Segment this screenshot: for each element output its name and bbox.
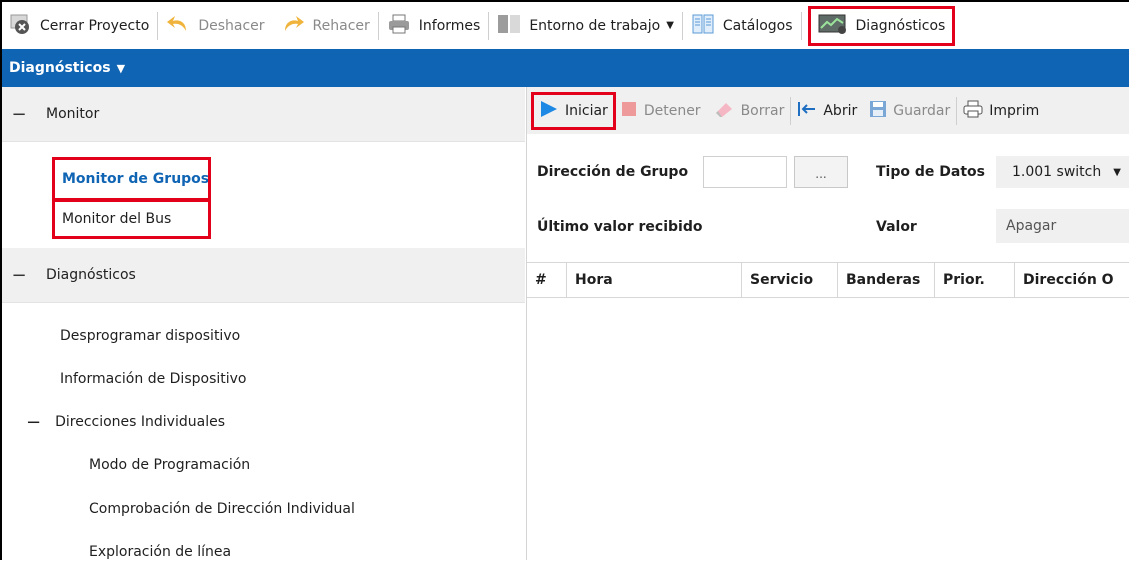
column-header-source-address[interactable]: Dirección O xyxy=(1015,263,1129,297)
catalogs-button[interactable]: Catálogos xyxy=(683,8,801,44)
value-select[interactable]: Apagar xyxy=(996,209,1129,243)
collapse-icon: − xyxy=(11,264,27,286)
column-header-time[interactable]: Hora xyxy=(567,263,742,297)
sidebar-item-group-monitor[interactable]: Monitor de Grupos xyxy=(52,157,211,201)
stop-label: Detener xyxy=(643,102,701,119)
stop-icon xyxy=(620,100,638,122)
stop-button[interactable]: Detener xyxy=(614,94,707,128)
close-circle-icon xyxy=(10,13,32,39)
diagnostics-label: Diagnósticos xyxy=(855,17,946,34)
column-header-number[interactable]: # xyxy=(527,263,567,297)
value-value: Apagar xyxy=(1006,218,1057,234)
telegram-table-header: # Hora Servicio Banderas Prior. Direcció… xyxy=(527,262,1129,298)
value-label: Valor xyxy=(876,219,917,235)
data-type-label: Tipo de Datos xyxy=(876,164,985,180)
column-header-flags[interactable]: Banderas xyxy=(838,263,935,297)
sidebar-item-label: Monitor del Bus xyxy=(62,211,172,227)
eraser-icon xyxy=(713,100,735,122)
open-button[interactable]: Abrir xyxy=(791,94,863,128)
close-project-label: Cerrar Proyecto xyxy=(40,17,150,34)
sidebar-item-label: Modo de Programación xyxy=(89,457,251,473)
reports-button[interactable]: Informes xyxy=(379,8,489,44)
floppy-disk-icon xyxy=(869,100,887,122)
toolbar-separator xyxy=(800,11,802,40)
main-toolbar: Cerrar Proyecto Deshacer Rehacer Informe… xyxy=(2,2,1129,50)
group-header-monitor[interactable]: − Monitor xyxy=(2,87,525,142)
catalogs-label: Catálogos xyxy=(722,17,793,34)
group-header-diagnostics[interactable]: − Diagnósticos xyxy=(2,248,525,303)
telegram-table-body xyxy=(527,298,1129,560)
diagnostics-button[interactable]: Diagnósticos xyxy=(807,5,956,46)
sidebar-item-label: Información de Dispositivo xyxy=(60,371,247,387)
subgroup-label: Direcciones Individuales xyxy=(55,414,225,430)
panel-title: Diagnósticos xyxy=(9,60,111,76)
start-label: Iniciar xyxy=(565,102,608,119)
undo-label: Deshacer xyxy=(198,17,265,34)
reports-label: Informes xyxy=(418,17,481,34)
group-address-input[interactable] xyxy=(703,156,787,188)
collapse-icon: − xyxy=(11,103,27,125)
panel-title-bar[interactable]: Diagnósticos ▼ xyxy=(2,49,1129,87)
clear-button[interactable]: Borrar xyxy=(707,94,791,128)
monitor-toolbar: Iniciar Detener Borrar Abrir Guardar Imp… xyxy=(527,87,1129,134)
workspace-button[interactable]: Entorno de trabajo ▼ xyxy=(489,8,682,44)
undo-button[interactable]: Deshacer xyxy=(158,8,272,44)
redo-icon xyxy=(281,13,305,39)
redo-label: Rehacer xyxy=(312,17,370,34)
printer-icon xyxy=(963,100,983,122)
chevron-down-icon: ▼ xyxy=(666,20,674,31)
column-header-priority[interactable]: Prior. xyxy=(935,263,1015,297)
sidebar-item-label: Desprogramar dispositivo xyxy=(60,328,241,344)
printer-icon xyxy=(387,13,411,39)
workspace-icon xyxy=(497,13,521,39)
last-value-label: Último valor recibido xyxy=(537,219,703,235)
catalog-book-icon xyxy=(691,13,715,39)
play-icon xyxy=(539,100,559,122)
diagnostics-sidebar: − Monitor Monitor de Grupos Monitor del … xyxy=(2,87,527,560)
group-label: Diagnósticos xyxy=(46,267,136,283)
undo-icon xyxy=(166,13,190,39)
sidebar-item-bus-monitor[interactable]: Monitor del Bus xyxy=(52,199,211,239)
column-header-service[interactable]: Servicio xyxy=(742,263,838,297)
print-button[interactable]: Imprim xyxy=(957,94,1045,128)
group-address-label: Dirección de Grupo xyxy=(537,164,689,180)
sidebar-item-label: Comprobación de Dirección Individual xyxy=(89,501,355,517)
sidebar-item-label: Monitor de Grupos xyxy=(62,171,210,187)
close-project-button[interactable]: Cerrar Proyecto xyxy=(2,8,157,44)
sidebar-item-label: Exploración de línea xyxy=(89,544,232,560)
chevron-down-icon: ▼ xyxy=(1113,166,1121,178)
diagnostics-monitor-icon xyxy=(818,13,848,39)
chevron-down-icon: ▼ xyxy=(116,61,126,75)
sidebar-item-line-scan[interactable]: Exploración de línea xyxy=(89,539,231,565)
save-label: Guardar xyxy=(893,102,951,119)
group-monitor-panel: Iniciar Detener Borrar Abrir Guardar Imp… xyxy=(527,87,1129,560)
save-button[interactable]: Guardar xyxy=(863,94,956,128)
redo-button[interactable]: Rehacer xyxy=(273,8,378,44)
sidebar-item-device-info[interactable]: Información de Dispositivo xyxy=(60,366,246,392)
open-label: Abrir xyxy=(823,102,858,119)
group-label: Monitor xyxy=(46,106,100,122)
workspace-label: Entorno de trabajo xyxy=(529,17,661,34)
import-arrow-icon xyxy=(797,100,817,122)
browse-group-address-button[interactable]: ... xyxy=(794,156,848,188)
sidebar-item-programming-mode[interactable]: Modo de Programación xyxy=(89,452,250,478)
subgroup-header-individual-addresses[interactable]: − Direcciones Individuales xyxy=(26,409,225,435)
sidebar-item-check-individual-address[interactable]: Comprobación de Dirección Individual xyxy=(89,496,355,522)
clear-label: Borrar xyxy=(740,102,785,119)
print-label: Imprim xyxy=(989,102,1040,119)
start-button[interactable]: Iniciar xyxy=(531,91,616,130)
collapse-icon: − xyxy=(26,411,42,433)
sidebar-item-unprogram-device[interactable]: Desprogramar dispositivo xyxy=(60,323,240,349)
data-type-value: 1.001 switch xyxy=(1012,164,1102,180)
data-type-select[interactable]: 1.001 switch ▼ xyxy=(996,156,1129,188)
